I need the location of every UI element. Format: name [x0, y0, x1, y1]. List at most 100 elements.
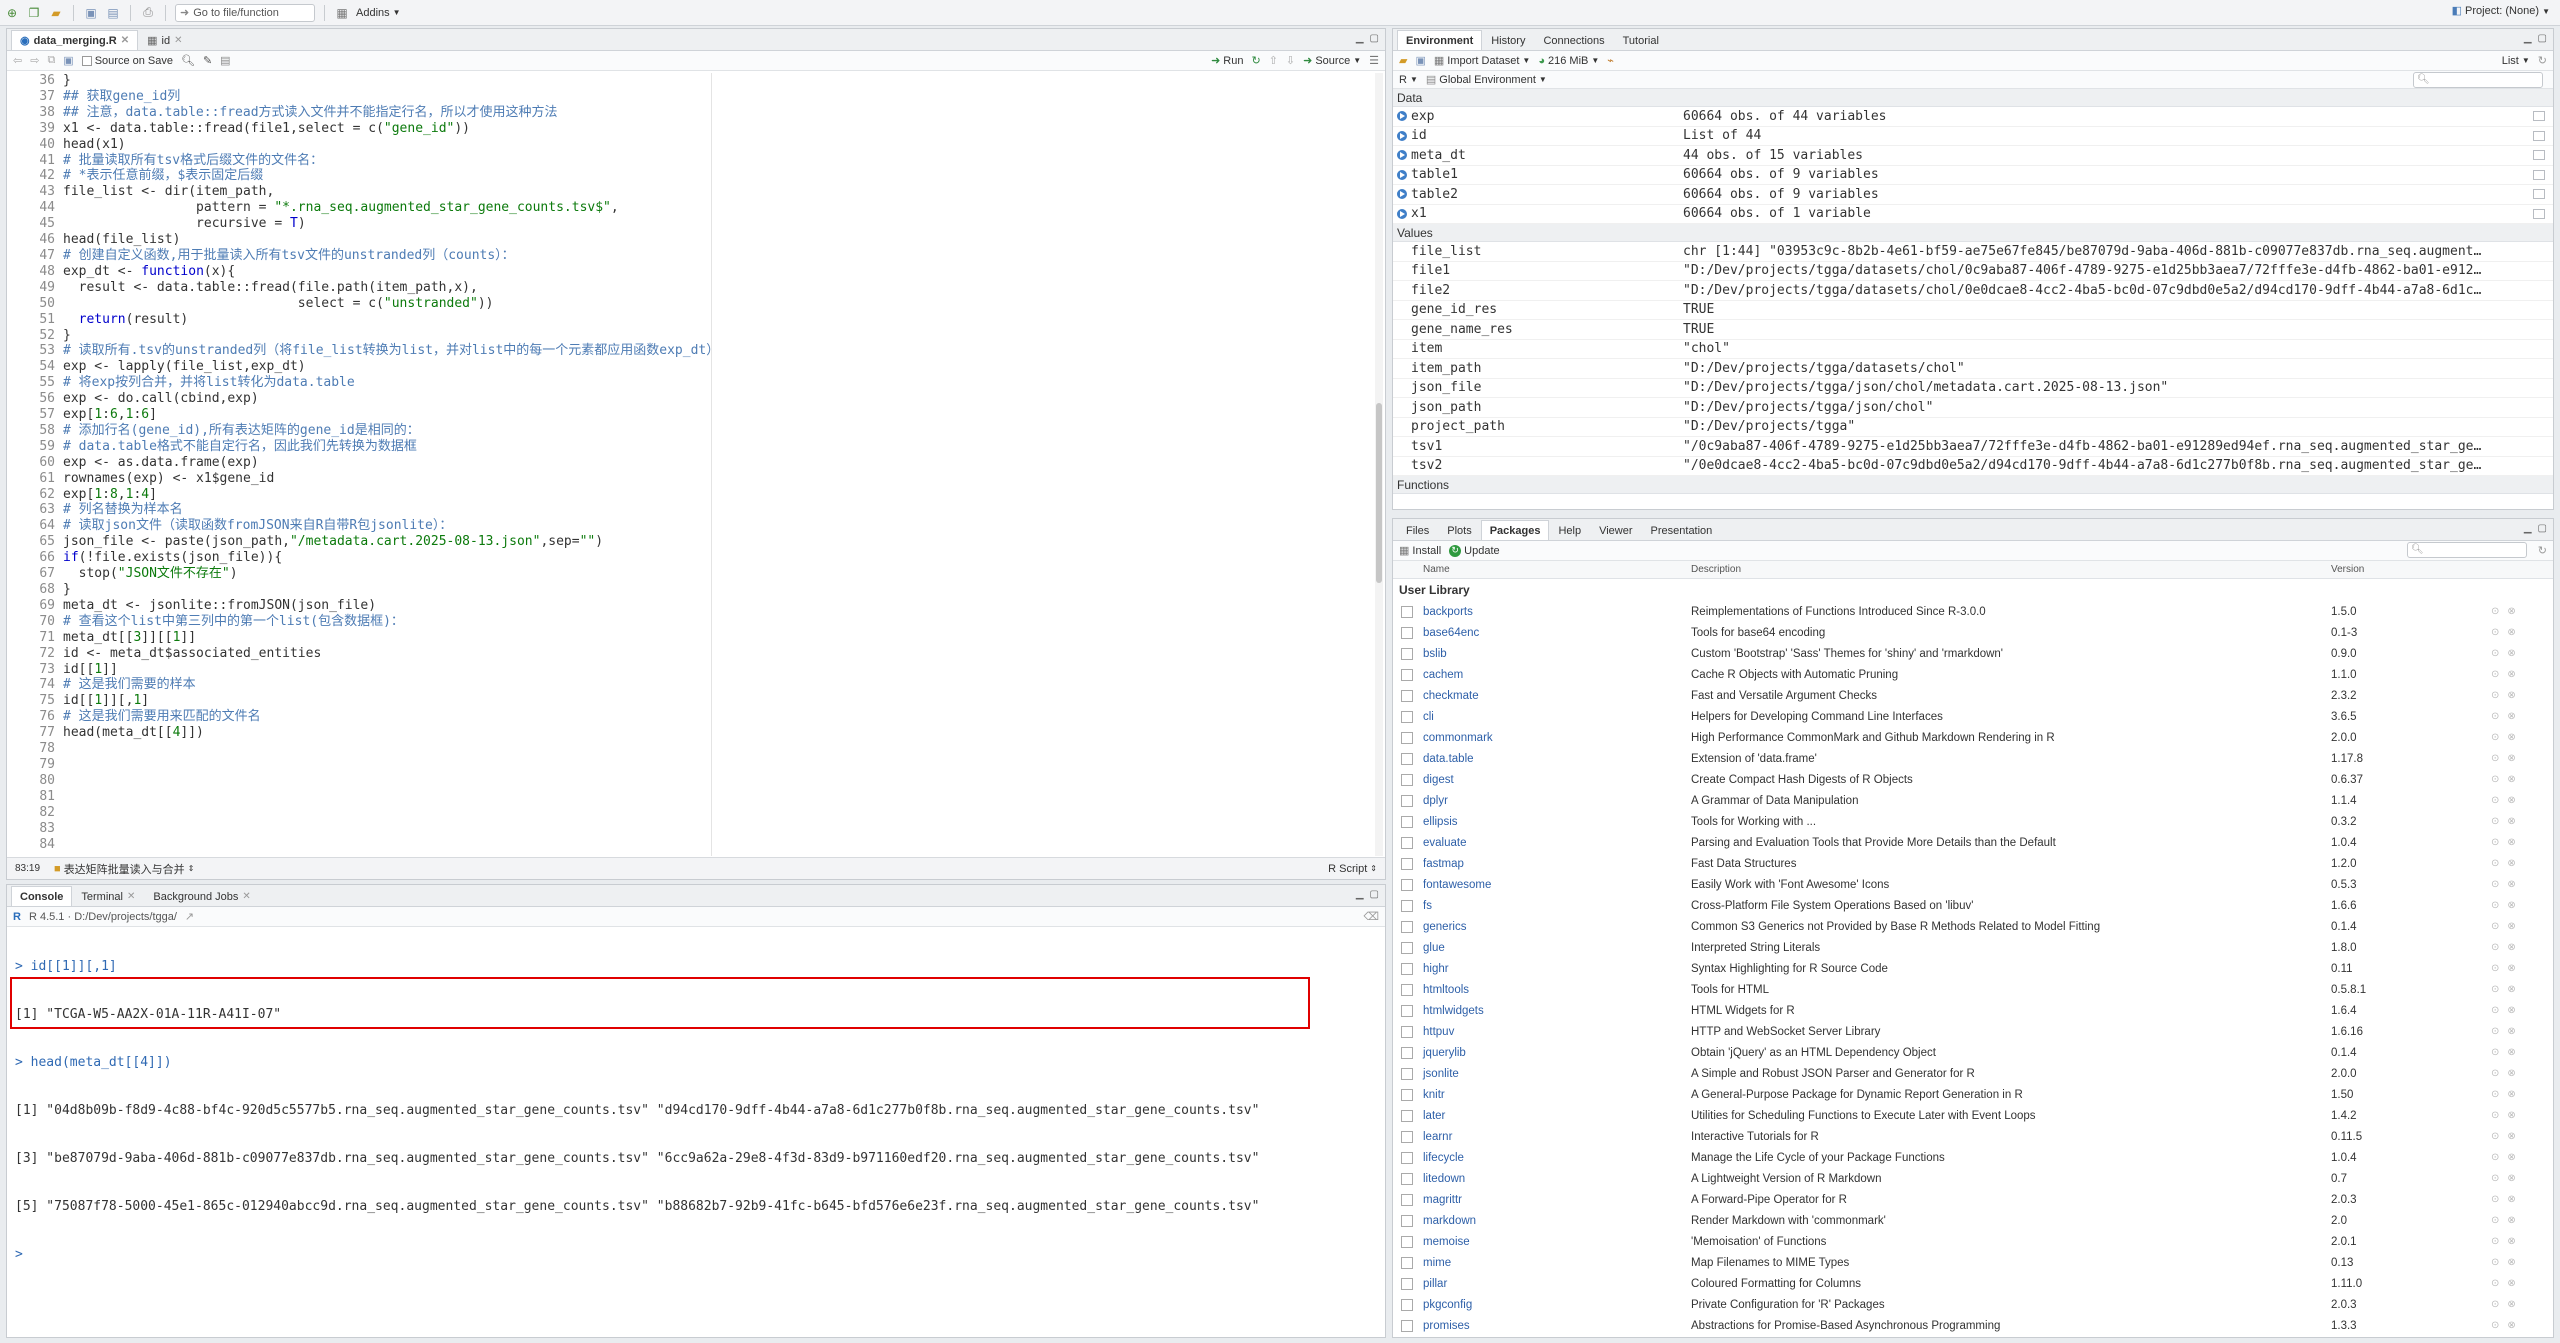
remove-icon[interactable]: ⊗	[2507, 984, 2515, 995]
env-value-row[interactable]: tsv2 "/0e0dcae8-4cc2-4ba5-bc0d-07c9dbd0e5…	[1393, 457, 2553, 476]
remove-icon[interactable]: ⊗	[2507, 711, 2515, 722]
browse-icon[interactable]: ⊙	[2491, 1194, 2499, 1205]
browse-icon[interactable]: ⊙	[2491, 627, 2499, 638]
env-value-row[interactable]: tsv1 "/0c9aba87-406f-4789-9275-e1d25bb3ae…	[1393, 437, 2553, 457]
packages-search-input[interactable]: 🔍︎	[2407, 542, 2527, 558]
save-icon[interactable]: ▣	[63, 54, 73, 67]
env-value-row[interactable]: json_path "D:/Dev/projects/tgga/json/chol…	[1393, 398, 2553, 418]
package-name-link[interactable]: knitr	[1423, 1089, 1691, 1101]
rerun-icon[interactable]: ↻	[1251, 54, 1260, 67]
grid-layout-icon[interactable]: ▦	[334, 5, 350, 21]
environment-search-input[interactable]: 🔍︎	[2413, 72, 2543, 88]
remove-icon[interactable]: ⊗	[2507, 1278, 2515, 1289]
browse-icon[interactable]: ⊙	[2491, 711, 2499, 722]
broom-icon[interactable]: ⌁	[1607, 54, 1614, 67]
package-name-link[interactable]: promises	[1423, 1320, 1691, 1332]
expand-icon[interactable]	[1397, 130, 1407, 141]
package-name-link[interactable]: memoise	[1423, 1236, 1691, 1248]
browse-icon[interactable]: ⊙	[2491, 1299, 2499, 1310]
view-table-icon[interactable]	[2533, 208, 2545, 219]
browse-icon[interactable]: ⊙	[2491, 1110, 2499, 1121]
maximize-icon[interactable]: ▢	[1370, 33, 1379, 44]
tab-connections[interactable]: Connections	[1534, 30, 1613, 50]
browse-icon[interactable]: ⊙	[2491, 606, 2499, 617]
remove-icon[interactable]: ⊗	[2507, 669, 2515, 680]
tab-terminal[interactable]: Terminal ✕	[72, 886, 144, 906]
browse-icon[interactable]: ⊙	[2491, 1047, 2499, 1058]
package-checkbox[interactable]	[1401, 626, 1413, 639]
tab-history[interactable]: History	[1482, 30, 1534, 50]
package-name-link[interactable]: litedown	[1423, 1173, 1691, 1185]
package-checkbox[interactable]	[1401, 1298, 1413, 1311]
down-arrow-icon[interactable]: ⇩	[1286, 54, 1295, 67]
browse-icon[interactable]: ⊙	[2491, 669, 2499, 680]
update-button[interactable]: ↻ Update	[1449, 544, 1500, 557]
browse-icon[interactable]: ⊙	[2491, 1173, 2499, 1184]
env-value-row[interactable]: project_path "D:/Dev/projects/tgga"	[1393, 418, 2553, 437]
package-checkbox[interactable]	[1401, 1319, 1413, 1332]
browse-icon[interactable]: ⊙	[2491, 1089, 2499, 1100]
package-checkbox[interactable]	[1401, 941, 1413, 954]
browse-icon[interactable]: ⊙	[2491, 732, 2499, 743]
package-checkbox[interactable]	[1401, 1004, 1413, 1017]
remove-icon[interactable]: ⊗	[2507, 879, 2515, 890]
new-project-icon[interactable]: ❐	[26, 5, 42, 21]
expand-icon[interactable]	[1397, 189, 1407, 200]
column-version[interactable]: Version	[2331, 564, 2491, 575]
package-name-link[interactable]: magrittr	[1423, 1194, 1691, 1206]
load-workspace-icon[interactable]: ▰	[1399, 54, 1407, 67]
minimize-icon[interactable]: ▁	[1356, 33, 1364, 44]
package-checkbox[interactable]	[1401, 815, 1413, 828]
up-arrow-icon[interactable]: ⇧	[1269, 54, 1278, 67]
tab-plots[interactable]: Plots	[1438, 520, 1480, 540]
refresh-icon[interactable]: ↻	[2538, 544, 2547, 557]
remove-icon[interactable]: ⊗	[2507, 1299, 2515, 1310]
package-name-link[interactable]: cli	[1423, 711, 1691, 723]
tab-packages[interactable]: Packages	[1480, 520, 1550, 540]
scope-menu[interactable]: ▤ Global Environment ▼	[1426, 73, 1547, 87]
browse-icon[interactable]: ⊙	[2491, 942, 2499, 953]
package-name-link[interactable]: htmlwidgets	[1423, 1005, 1691, 1017]
package-name-link[interactable]: checkmate	[1423, 690, 1691, 702]
remove-icon[interactable]: ⊗	[2507, 774, 2515, 785]
remove-icon[interactable]: ⊗	[2507, 858, 2515, 869]
browse-icon[interactable]: ⊙	[2491, 1320, 2499, 1331]
expand-icon[interactable]	[1397, 111, 1407, 122]
env-value-row[interactable]: gene_name_res TRUE	[1393, 320, 2553, 340]
view-table-icon[interactable]	[2533, 130, 2545, 141]
view-table-icon[interactable]	[2533, 169, 2545, 180]
package-name-link[interactable]: fontawesome	[1423, 879, 1691, 891]
code-area[interactable]: 36 37 38 39 40 41 42 43 44 45 46 47 48 49 50 51 52 53 54 55…	[7, 73, 1373, 856]
editor-tab-id[interactable]: ▦ id ✕	[138, 30, 191, 50]
minimize-icon[interactable]: ▁	[2524, 33, 2532, 44]
env-data-row[interactable]: id List of 44	[1393, 127, 2553, 146]
clear-console-icon[interactable]: ⌫	[1363, 910, 1379, 923]
remove-icon[interactable]: ⊗	[2507, 1047, 2515, 1058]
package-checkbox[interactable]	[1401, 1277, 1413, 1290]
env-value-row[interactable]: item "chol"	[1393, 340, 2553, 359]
remove-icon[interactable]: ⊗	[2507, 1131, 2515, 1142]
maximize-icon[interactable]: ▢	[2538, 33, 2547, 44]
remove-icon[interactable]: ⊗	[2507, 942, 2515, 953]
package-name-link[interactable]: bslib	[1423, 648, 1691, 660]
package-checkbox[interactable]	[1401, 605, 1413, 618]
browse-icon[interactable]: ⊙	[2491, 837, 2499, 848]
file-type-menu[interactable]: R Script ⇕	[1328, 863, 1377, 875]
close-icon[interactable]: ✕	[174, 35, 182, 46]
package-checkbox[interactable]	[1401, 1172, 1413, 1185]
remove-icon[interactable]: ⊗	[2507, 963, 2515, 974]
package-checkbox[interactable]	[1401, 1109, 1413, 1122]
remove-icon[interactable]: ⊗	[2507, 1173, 2515, 1184]
remove-icon[interactable]: ⊗	[2507, 1257, 2515, 1268]
print-icon[interactable]: ⎙	[140, 5, 156, 21]
browse-icon[interactable]: ⊙	[2491, 879, 2499, 890]
maximize-icon[interactable]: ▢	[1370, 889, 1379, 900]
remove-icon[interactable]: ⊗	[2507, 1005, 2515, 1016]
browse-icon[interactable]: ⊙	[2491, 1257, 2499, 1268]
remove-icon[interactable]: ⊗	[2507, 816, 2515, 827]
source-button[interactable]: ➜ Source ▼	[1303, 54, 1361, 68]
browse-icon[interactable]: ⊙	[2491, 1215, 2499, 1226]
package-name-link[interactable]: commonmark	[1423, 732, 1691, 744]
remove-icon[interactable]: ⊗	[2507, 1110, 2515, 1121]
package-name-link[interactable]: ellipsis	[1423, 816, 1691, 828]
